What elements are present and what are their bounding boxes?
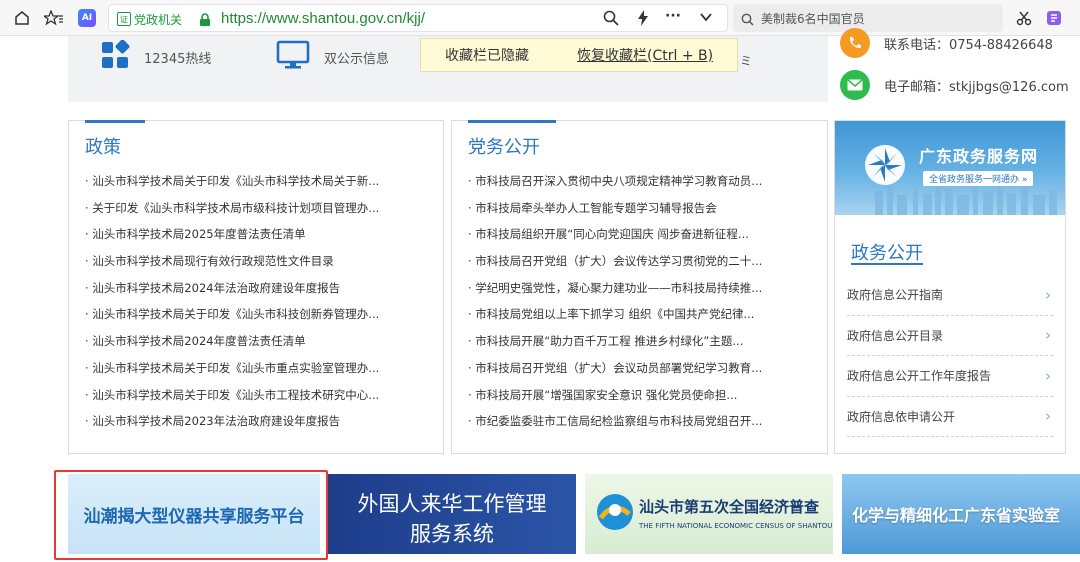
party-item[interactable]: · 学纪明史强党性，凝心聚力建功业——市科技局持续推...	[468, 280, 762, 307]
party-affairs-panel: 党务公开 · 市科技局召开深入贯彻中央八项规定精神学习教育动员... · 市科技…	[451, 120, 828, 454]
gov-info-catalog-link[interactable]: 政府信息公开目录 ›	[847, 316, 1053, 356]
favorites-star-icon[interactable]	[44, 8, 64, 28]
cert-label: 党政机关	[134, 12, 183, 27]
url-host: www.shantou.gov.cn	[266, 10, 403, 27]
census-cn-title: 汕头市第五次全国经济普查	[639, 498, 820, 516]
phone-text: 联系电话：0754-88426648	[884, 37, 1053, 53]
policy-item[interactable]: · 汕头市科学技术局关于印发《汕头市科技创新券管理办...	[85, 306, 379, 333]
more-icon[interactable]: ···	[665, 8, 681, 24]
highlight-box	[54, 470, 328, 560]
office-info-label: 双公示信息	[324, 51, 390, 67]
favorites-hidden-text: 收藏栏已隐藏	[445, 48, 529, 64]
policy-title[interactable]: 政策	[85, 133, 121, 159]
zoom-search-icon[interactable]	[603, 10, 619, 30]
party-title-bar	[468, 120, 556, 123]
policy-item[interactable]: · 汕头市科学技术局关于印发《汕头市工程技术研究中心...	[85, 387, 379, 414]
party-item[interactable]: · 市科技局党组以上率下抓学习 组织《中国共产党纪律...	[468, 306, 762, 333]
gov-info-annual-report-label: 政府信息公开工作年度报告	[847, 369, 992, 384]
gov-affairs-title[interactable]: 政务公开	[851, 239, 923, 265]
lock-icon[interactable]	[199, 12, 211, 31]
gov-cert-badge[interactable]: 证 党政机关	[117, 10, 182, 28]
chem-lab-banner[interactable]: 化学与精细化工广东省实验室	[842, 474, 1080, 554]
gov-info-catalog-label: 政府信息公开目录	[847, 328, 944, 343]
url-text[interactable]: https://www.shantou.gov.cn/kjj/	[221, 10, 425, 27]
policy-item[interactable]: · 汕头市科学技术局2023年法治政府建设年度报告	[85, 413, 379, 440]
policy-item[interactable]: · 关于印发《汕头市科学技术局市级科技计划项目管理办...	[85, 200, 379, 227]
policy-item[interactable]: · 汕头市科学技术局现行有效行政规范性文件目录	[85, 253, 379, 280]
party-item[interactable]: · 市科技局组织开展“同心向党迎国庆 闯步奋进新征程...	[468, 226, 762, 253]
policy-item[interactable]: · 汕头市科学技术局关于印发《汕头市重点实验室管理办...	[85, 360, 379, 387]
foreign-work-line1: 外国人来华工作管理	[357, 492, 547, 516]
contact-email: 电子邮箱：stkjjbgs@126.com	[840, 70, 1069, 100]
extension-icon[interactable]	[1046, 8, 1062, 28]
city-skyline-graphic	[865, 145, 1057, 215]
party-item[interactable]: · 市科技局召开深入贯彻中央八项规定精神学习教育动员...	[468, 173, 762, 200]
search-icon	[741, 11, 754, 30]
gd-banner-title: 广东政务服务网	[919, 147, 1039, 166]
census-en-title: THE FIFTH NATIONAL ECONOMIC CENSUS OF SH…	[639, 522, 833, 530]
ai-assistant-icon[interactable]: AI	[78, 9, 96, 27]
chevron-right-icon: ›	[1045, 366, 1051, 385]
phone-icon	[840, 28, 870, 58]
gov-info-annual-report-link[interactable]: 政府信息公开工作年度报告 ›	[847, 356, 1053, 397]
party-item[interactable]: · 市科技局开展“助力百千万工程 推进乡村绿化”主题...	[468, 333, 762, 360]
economic-census-banner[interactable]: 汕头市第五次全国经济普查 THE FIFTH NATIONAL ECONOMIC…	[585, 474, 833, 554]
policy-item[interactable]: · 汕头市科学技术局2025年度普法责任清单	[85, 226, 379, 253]
address-bar[interactable]: 证 党政机关 https://www.shantou.gov.cn/kjj/ ·…	[108, 4, 728, 32]
restore-favorites-link[interactable]: 恢复收藏栏(Ctrl + B)	[577, 45, 713, 65]
foreign-work-line2: 服务系统	[410, 522, 494, 546]
party-item[interactable]: · 市科技局牵头举办人工智能专题学习辅导报告会	[468, 200, 762, 227]
guangdong-service-banner[interactable]: 广东政务服务网 全省政务服务一网通办 »	[835, 121, 1065, 215]
chem-lab-label: 化学与精细化工广东省实验室	[852, 506, 1061, 525]
url-path: /kjj/	[402, 10, 426, 27]
gov-affairs-list: 政府信息公开指南 › 政府信息公开目录 › 政府信息公开工作年度报告 › 政府信息依申…	[847, 275, 1053, 437]
scissors-icon[interactable]	[1016, 8, 1032, 28]
contact-phone: 联系电话：0754-88426648	[840, 28, 1053, 58]
census-logo-icon	[595, 490, 635, 538]
mail-icon	[840, 70, 870, 100]
party-affairs-title[interactable]: 党务公开	[468, 133, 540, 159]
foreign-work-banner[interactable]: 外国人来华工作管理 服务系统	[328, 474, 576, 554]
favorites-hidden-notice: 收藏栏已隐藏 恢复收藏栏(Ctrl + B)	[420, 38, 738, 72]
chevron-right-icon: ›	[1045, 326, 1051, 345]
party-affairs-list: · 市科技局召开深入贯彻中央八项规定精神学习教育动员... · 市科技局牵头举办…	[468, 173, 762, 440]
policy-item[interactable]: · 汕头市科学技术局2024年法治政府建设年度报告	[85, 280, 379, 307]
gov-info-guide-link[interactable]: 政府信息公开指南 ›	[847, 275, 1053, 316]
search-query: 美制裁6名中国官员	[761, 12, 865, 26]
gov-affairs-title-bar	[851, 263, 923, 265]
grid-icon	[100, 39, 130, 74]
hotline-label: 12345热线	[144, 51, 212, 67]
lightning-icon[interactable]	[637, 10, 649, 30]
gov-info-request-link[interactable]: 政府信息依申请公开 ›	[847, 397, 1053, 437]
gd-banner-subtitle: 全省政务服务一网通办 »	[923, 171, 1034, 186]
monitor-icon	[276, 40, 310, 74]
gov-affairs-panel: 广东政务服务网 全省政务服务一网通办 » 政务公开 政府信息公开指南 › 政府信息…	[834, 120, 1066, 454]
home-icon[interactable]	[14, 8, 30, 28]
policy-panel: 政策 · 汕头市科学技术局关于印发《汕头市科学技术局关于新... · 关于印发《…	[68, 120, 444, 454]
cert-icon: 证	[117, 12, 131, 26]
chevron-right-icon: ›	[1045, 285, 1051, 304]
policy-item[interactable]: · 汕头市科学技术局关于印发《汕头市科学技术局关于新...	[85, 173, 379, 200]
email-text: 电子邮箱：stkjjbgs@126.com	[884, 79, 1069, 95]
chevron-right-icon: ›	[1045, 407, 1051, 426]
party-item[interactable]: · 市科技局召开党组（扩大）会议动员部署党纪学习教育...	[468, 360, 762, 387]
policy-title-bar	[85, 120, 145, 123]
hotline-link[interactable]: 12345热线	[100, 39, 212, 74]
url-scheme: https://	[221, 10, 267, 27]
policy-list: · 汕头市科学技术局关于印发《汕头市科学技术局关于新... · 关于印发《汕头市…	[85, 173, 379, 440]
party-item[interactable]: · 市科技局开展“增强国家安全意识 强化党员使命担...	[468, 387, 762, 414]
party-item[interactable]: · 市科技局召开党组（扩大）会议传达学习贯彻党的二十...	[468, 253, 762, 280]
office-info-link[interactable]: 双公示信息	[276, 40, 389, 74]
party-item[interactable]: · 市纪委监委驻市工信局纪检监察组与市科技局党组召开...	[468, 413, 762, 440]
chevron-down-icon[interactable]	[699, 10, 713, 28]
gov-info-request-label: 政府信息依申请公开	[847, 409, 956, 424]
policy-item[interactable]: · 汕头市科学技术局2024年度普法责任清单	[85, 333, 379, 360]
toast-tail-glyph: ミ	[740, 54, 753, 68]
gov-info-guide-label: 政府信息公开指南	[847, 288, 944, 303]
